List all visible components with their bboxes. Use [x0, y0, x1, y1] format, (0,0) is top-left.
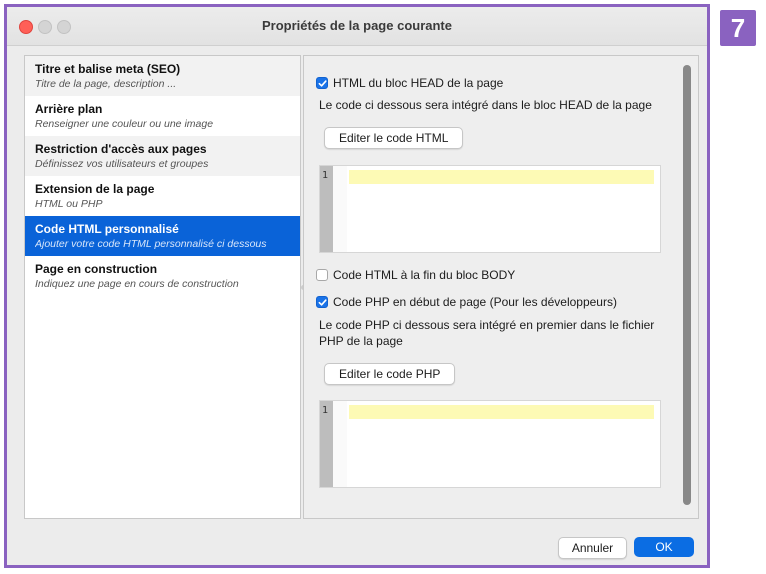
php-code-description-line1: Le code PHP ci dessous sera intégré en p…	[319, 318, 655, 332]
cancel-button[interactable]: Annuler	[558, 537, 627, 559]
php-code-editor[interactable]: 1	[319, 400, 661, 488]
head-code-description: Le code ci dessous sera intégré dans le …	[319, 98, 652, 112]
sidebar-item-subtitle: HTML ou PHP	[35, 198, 103, 210]
php-code-checkbox-label: Code PHP en début de page (Pour les déve…	[333, 295, 617, 309]
sidebar-item-title: Code HTML personnalisé	[35, 222, 179, 236]
head-code-checkbox-row[interactable]: HTML du bloc HEAD de la page	[316, 76, 503, 90]
sidebar-item-title: Restriction d'accès aux pages	[35, 142, 207, 156]
line-number: 1	[322, 405, 329, 416]
sidebar-item-under-construction[interactable]: Page en construction Indiquez une page e…	[25, 256, 300, 296]
window-title: Propriétés de la page courante	[261, 18, 452, 33]
gutter-margin	[333, 401, 347, 487]
head-code-checkbox-label: HTML du bloc HEAD de la page	[333, 76, 504, 90]
line-gutter: 1	[320, 401, 333, 487]
edit-php-button[interactable]: Editer le code PHP	[324, 363, 456, 385]
gutter-margin	[333, 166, 347, 252]
edit-html-button[interactable]: Editer le code HTML	[324, 127, 464, 149]
current-line-highlight	[349, 405, 654, 419]
sidebar-item-background[interactable]: Arrière plan Renseigner une couleur ou u…	[25, 96, 300, 136]
body-code-checkbox-label: Code HTML à la fin du bloc BODY	[333, 268, 516, 282]
line-number: 1	[322, 170, 329, 181]
line-gutter: 1	[320, 166, 333, 252]
sidebar-item-title: Titre et balise meta (SEO)	[35, 62, 181, 76]
php-code-checkbox-row[interactable]: Code PHP en début de page (Pour les déve…	[316, 295, 617, 309]
sidebar-item-title: Arrière plan	[35, 102, 103, 116]
current-line-highlight	[349, 170, 654, 184]
dialog-window: Propriétés de la page courante Titre et …	[4, 4, 710, 568]
settings-panel: HTML du bloc HEAD de la page Le code ci …	[303, 55, 699, 519]
ok-button[interactable]: OK	[634, 537, 694, 557]
sidebar-item-title: Extension de la page	[35, 182, 155, 196]
title-bar: Propriétés de la page courante	[7, 7, 707, 46]
sidebar-item-subtitle: Titre de la page, description ...	[35, 78, 177, 90]
sidebar-item-subtitle: Renseigner une couleur ou une image	[35, 118, 214, 130]
checkbox-unchecked-icon[interactable]	[316, 269, 328, 281]
checkbox-checked-icon[interactable]	[316, 296, 328, 308]
step-number-badge: 7	[720, 10, 756, 46]
sidebar: Titre et balise meta (SEO) Titre de la p…	[24, 55, 301, 519]
body-code-checkbox-row[interactable]: Code HTML à la fin du bloc BODY	[316, 268, 515, 282]
sidebar-item-subtitle: Ajouter votre code HTML personnalisé ci …	[35, 238, 267, 250]
php-code-description-line2: PHP de la page	[319, 334, 403, 348]
sidebar-item-title: Page en construction	[35, 262, 158, 276]
head-code-editor[interactable]: 1	[319, 165, 661, 253]
sidebar-item-access-restriction[interactable]: Restriction d'accès aux pages Définissez…	[25, 136, 300, 176]
checkbox-checked-icon[interactable]	[316, 77, 328, 89]
sidebar-item-seo[interactable]: Titre et balise meta (SEO) Titre de la p…	[25, 56, 300, 96]
sidebar-item-page-extension[interactable]: Extension de la page HTML ou PHP	[25, 176, 300, 216]
vertical-scrollbar[interactable]	[683, 65, 691, 505]
sidebar-item-subtitle: Indiquez une page en cours de constructi…	[35, 278, 239, 290]
sidebar-item-custom-html[interactable]: Code HTML personnalisé Ajouter votre cod…	[25, 216, 300, 256]
sidebar-item-subtitle: Définissez vos utilisateurs et groupes	[35, 158, 209, 170]
